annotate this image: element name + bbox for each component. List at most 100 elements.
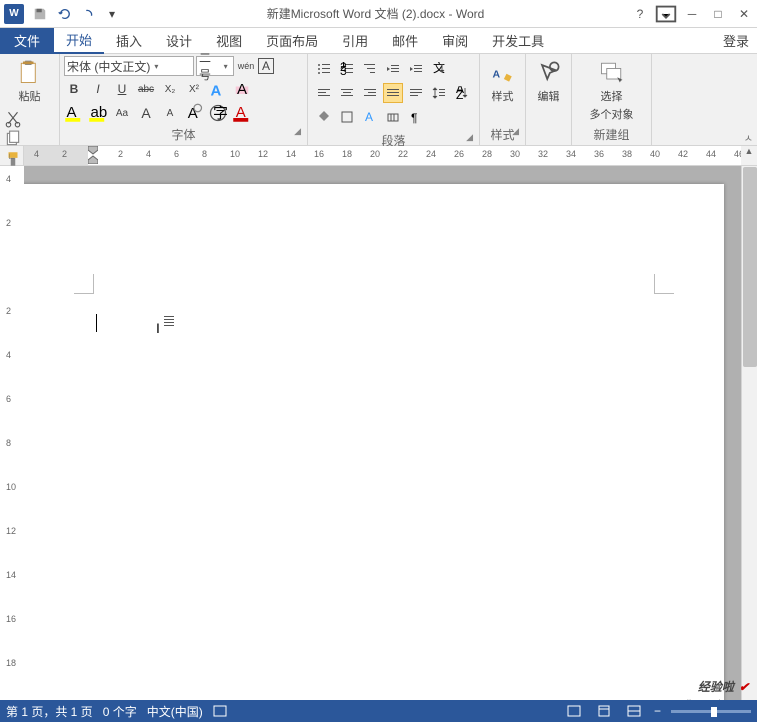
save-icon[interactable] [28,2,52,26]
tab-home[interactable]: 开始 [54,28,104,54]
increase-indent-icon[interactable] [406,59,426,79]
align-center-icon[interactable] [337,83,357,103]
svg-text:A: A [188,105,198,122]
ribbon-display-icon[interactable] [653,2,679,26]
vruler-tick: 10 [6,482,16,492]
ruler-tick: 18 [342,149,352,159]
maximize-icon[interactable]: □ [705,2,731,26]
tab-layout[interactable]: 页面布局 [254,28,330,54]
undo-icon[interactable] [52,2,76,26]
zoom-out-button[interactable]: − [654,704,661,718]
ruler-tick: 38 [622,149,632,159]
ruler-tick: 42 [678,149,688,159]
text-effects-icon[interactable]: A [208,79,228,99]
highlight-color-icon[interactable]: ab [88,103,108,123]
zoom-slider[interactable] [671,710,751,713]
subscript-button[interactable]: X₂ [160,79,180,99]
decrease-indent-icon[interactable] [383,59,403,79]
clear-format-icon[interactable]: A [232,79,252,99]
page[interactable]: I [24,184,724,700]
text-highlight-icon[interactable]: A [64,103,84,123]
window-title: 新建Microsoft Word 文档 (2).docx - Word [124,5,627,22]
vruler-tick: 18 [6,658,16,668]
document-area: 4224681012141618 I [0,166,757,700]
tab-developer[interactable]: 开发工具 [480,28,556,54]
paragraph-launcher-icon[interactable]: ◢ [466,132,473,143]
tab-selector-icon[interactable]: ∟ [0,146,24,165]
redo-icon[interactable] [76,2,100,26]
ruler-tick: 30 [510,149,520,159]
horizontal-ruler[interactable]: 4224681012141618202224262830323436384042… [24,146,741,165]
status-language[interactable]: 中文(中国) [147,703,203,720]
status-page[interactable]: 第 1 页，共 1 页 [6,703,93,720]
minimize-icon[interactable]: ─ [679,2,705,26]
snap-grid-icon[interactable] [383,107,403,127]
bold-button[interactable]: B [64,79,84,99]
change-case-button[interactable]: Aa [112,103,132,123]
bullets-icon[interactable] [314,59,334,79]
superscript-button[interactable]: X² [184,79,204,99]
text-direction-icon[interactable]: 文 [429,59,449,79]
ruler-tick: 46 [734,149,741,159]
numbering-icon[interactable]: 123 [337,59,357,79]
view-print-icon[interactable] [594,703,614,719]
sort-icon[interactable]: AZ [452,83,472,103]
scrollbar-thumb[interactable] [743,167,757,367]
page-viewport[interactable]: I [24,166,741,700]
grow-font-button[interactable]: A [136,103,156,123]
show-marks-icon[interactable]: ¶ [406,107,426,127]
font-color-icon[interactable]: A [232,103,252,123]
phonetic-guide-icon[interactable]: wén [236,56,256,76]
vruler-tick: 6 [6,394,11,404]
strikethrough-button[interactable]: abc [136,79,156,99]
paste-button[interactable]: 粘贴 [4,56,55,106]
align-right-icon[interactable] [360,83,380,103]
char-shading-icon[interactable]: A [184,103,204,123]
shrink-font-button[interactable]: A [160,103,180,123]
svg-text:A: A [365,110,373,124]
group-paragraph: 123 文 AZ A ¶ 段落◢ [308,54,480,145]
select-multi-button[interactable]: 选择 多个对象 [576,56,647,124]
underline-button[interactable]: U [112,79,132,99]
tab-insert[interactable]: 插入 [104,28,154,54]
titlebar: W ▾ 新建Microsoft Word 文档 (2).docx - Word … [0,0,757,28]
enclose-char-icon[interactable]: 字 [208,103,228,123]
view-web-icon[interactable] [624,703,644,719]
ruler-tick: 24 [426,149,436,159]
font-name-select[interactable]: 宋体 (中文正文)▾ [64,56,194,76]
asian-layout-icon[interactable]: A [360,107,380,127]
close-icon[interactable]: ✕ [731,2,757,26]
collapse-ribbon-icon[interactable]: ㅅ [744,130,753,145]
italic-button[interactable]: I [88,79,108,99]
distribute-icon[interactable] [406,83,426,103]
styles-button[interactable]: A 样式 [484,56,521,106]
multilevel-icon[interactable] [360,59,380,79]
view-read-icon[interactable] [564,703,584,719]
editing-button[interactable]: 编辑 [530,56,567,106]
tab-mailings[interactable]: 邮件 [380,28,430,54]
tab-references[interactable]: 引用 [330,28,380,54]
login-link[interactable]: 登录 [715,31,757,50]
shading-icon[interactable] [314,107,334,127]
vertical-scrollbar[interactable] [741,166,757,700]
vruler-tick: 8 [6,438,11,448]
tab-design[interactable]: 设计 [154,28,204,54]
styles-launcher-icon[interactable]: ◢ [512,126,519,137]
font-launcher-icon[interactable]: ◢ [294,126,301,137]
char-border-icon[interactable]: A [258,58,274,74]
help-icon[interactable]: ? [627,2,653,26]
borders-icon[interactable] [337,107,357,127]
align-left-icon[interactable] [314,83,334,103]
qat-customize-icon[interactable]: ▾ [100,2,124,26]
tab-review[interactable]: 审阅 [430,28,480,54]
tab-file[interactable]: 文件 [0,28,54,54]
status-words[interactable]: 0 个字 [103,703,137,720]
font-size-select[interactable]: 二号▾ [196,56,234,76]
vertical-ruler[interactable]: 4224681012141618 [0,166,24,700]
align-justify-icon[interactable] [383,83,403,103]
cut-icon[interactable] [4,110,22,128]
status-macro-icon[interactable] [213,705,227,717]
line-spacing-icon[interactable] [429,83,449,103]
ruler-scroll-up-icon[interactable]: ▲ [741,146,757,165]
svg-text:Z: Z [456,88,463,100]
